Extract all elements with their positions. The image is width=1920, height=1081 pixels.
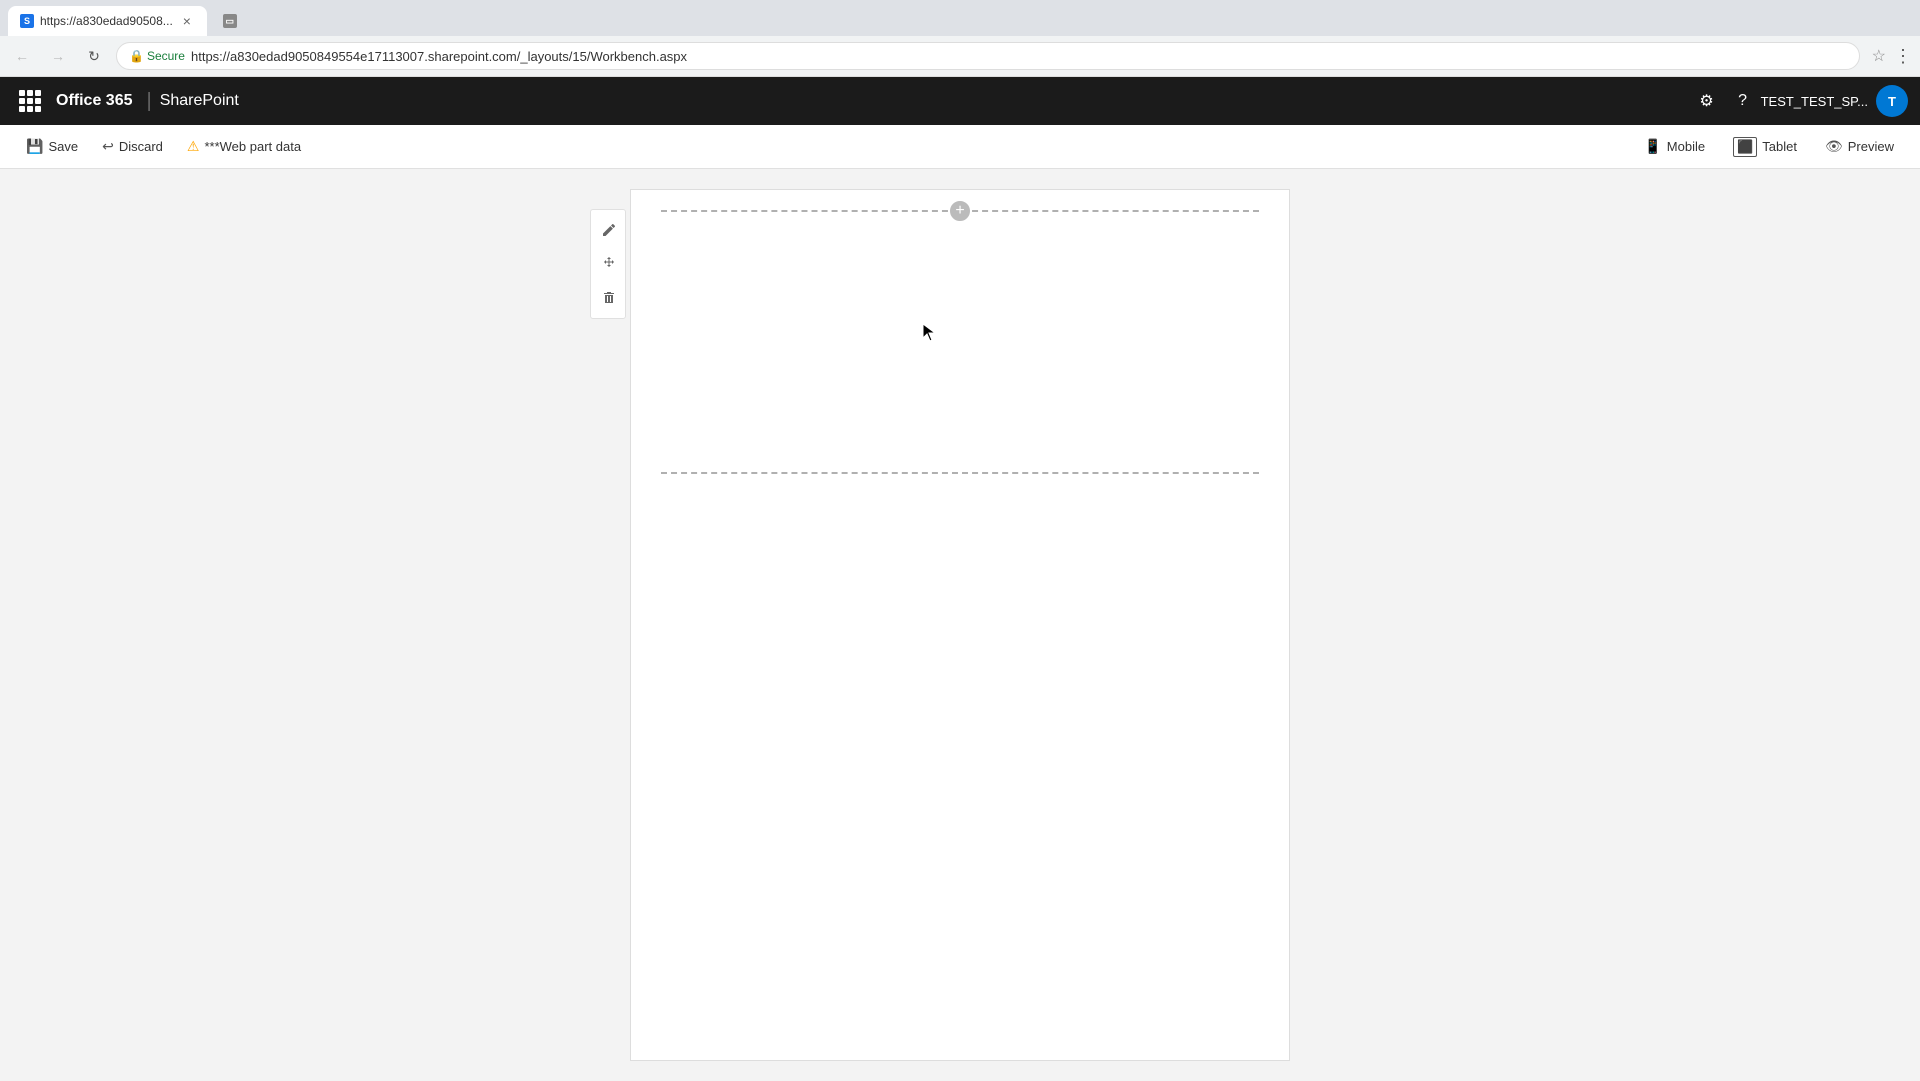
settings-icon: ⚙ — [1699, 91, 1713, 111]
save-button[interactable]: 💾 Save — [16, 133, 88, 160]
mouse-cursor — [921, 322, 941, 349]
office365-label: Office 365 — [56, 92, 132, 110]
app-launcher-button[interactable] — [12, 83, 48, 119]
header-divider: | — [146, 90, 151, 113]
edit-webpart-button[interactable] — [591, 214, 627, 246]
bookmark-button[interactable]: ☆ — [1872, 46, 1886, 66]
secure-badge: 🔒 Secure — [129, 49, 185, 63]
help-icon: ? — [1738, 92, 1747, 110]
secure-label: Secure — [147, 49, 185, 63]
tab-bar: S https://a830edad90508... × ▭ — [0, 0, 1920, 36]
tab-title: https://a830edad90508... — [40, 14, 173, 28]
main-content: + — [0, 169, 1920, 1081]
lock-icon: 🔒 — [129, 49, 144, 63]
webpart-bottom-divider — [661, 472, 1259, 474]
inactive-tab[interactable]: ▭ — [215, 6, 255, 36]
avatar-initials: T — [1888, 94, 1896, 109]
discard-label: Discard — [119, 139, 163, 154]
mobile-icon: 📱 — [1644, 138, 1661, 155]
move-webpart-button[interactable] — [591, 248, 627, 280]
active-tab[interactable]: S https://a830edad90508... × — [8, 6, 207, 36]
discard-button[interactable]: ↩ Discard — [92, 133, 173, 160]
more-options-button[interactable]: ⋮ — [1894, 46, 1912, 67]
discard-icon: ↩ — [102, 138, 114, 155]
edit-icon — [601, 222, 617, 238]
mobile-label: Mobile — [1667, 139, 1705, 154]
tablet-label: Tablet — [1762, 139, 1797, 154]
settings-button[interactable]: ⚙ — [1689, 83, 1725, 119]
preview-icon: 👁 — [1825, 138, 1843, 155]
refresh-button[interactable]: ↻ — [80, 42, 108, 70]
webpart-top-divider: + — [661, 210, 1259, 212]
url-text: https://a830edad9050849554e17113007.shar… — [191, 49, 687, 64]
webpart-content-area[interactable] — [661, 222, 1259, 462]
inactive-tab-favicon: ▭ — [223, 14, 237, 28]
webpart-warning-label: ***Web part data — [204, 139, 301, 154]
warning-icon: ⚠ — [187, 138, 200, 155]
app-header: Office 365 | SharePoint ⚙ ? TEST_TEST_SP… — [0, 77, 1920, 125]
save-icon: 💾 — [26, 138, 43, 155]
user-name-label: TEST_TEST_SP... — [1761, 94, 1868, 109]
delete-webpart-button[interactable] — [591, 282, 627, 314]
preview-label: Preview — [1848, 139, 1894, 154]
waffle-grid-icon — [19, 90, 41, 112]
add-webpart-button[interactable]: + — [948, 199, 972, 223]
tablet-icon: ⬛ — [1733, 137, 1757, 157]
page-canvas: + — [630, 189, 1290, 1061]
mobile-view-button[interactable]: 📱 Mobile — [1634, 133, 1715, 160]
sharepoint-label: SharePoint — [160, 92, 239, 110]
save-label: Save — [48, 139, 78, 154]
user-avatar[interactable]: T — [1876, 85, 1908, 117]
help-button[interactable]: ? — [1725, 83, 1761, 119]
tab-favicon: S — [20, 14, 34, 28]
tablet-view-button[interactable]: ⬛ Tablet — [1723, 132, 1807, 162]
move-icon — [601, 256, 617, 272]
address-bar[interactable]: 🔒 Secure https://a830edad9050849554e1711… — [116, 42, 1860, 70]
toolbar-right: 📱 Mobile ⬛ Tablet 👁 Preview — [1634, 132, 1904, 162]
forward-button[interactable]: → — [44, 42, 72, 70]
preview-button[interactable]: 👁 Preview — [1815, 133, 1904, 160]
toolbar: 💾 Save ↩ Discard ⚠ ***Web part data 📱 Mo… — [0, 125, 1920, 169]
back-button[interactable]: ← — [8, 42, 36, 70]
webpart-action-panel — [590, 209, 626, 319]
tab-close-button[interactable]: × — [179, 13, 195, 29]
delete-icon — [601, 290, 617, 306]
address-bar-row: ← → ↻ 🔒 Secure https://a830edad905084955… — [0, 36, 1920, 76]
webpart-warning-button[interactable]: ⚠ ***Web part data — [177, 133, 311, 160]
